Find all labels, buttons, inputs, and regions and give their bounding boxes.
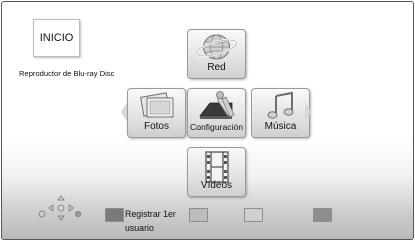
menu-tile-photos[interactable]: Fotos (127, 88, 186, 138)
left-arrow-icon (121, 102, 127, 122)
home-menu-screen: INICIO Reproductor de Blu-ray Disc Red F… (1, 1, 414, 240)
menu-tile-music[interactable]: Música (251, 88, 310, 138)
red-button-label: Registrar 1er usuario (125, 209, 176, 233)
yellow-function-button[interactable] (244, 208, 263, 222)
right-arrow-icon (305, 102, 311, 122)
menu-tile-settings-label: Configuración (189, 122, 244, 132)
menu-tile-photos-label: Fotos (143, 121, 169, 132)
blue-function-button[interactable] (313, 208, 332, 222)
home-title-box: INICIO (33, 19, 80, 57)
menu-tile-settings[interactable]: Configuración (187, 88, 246, 138)
menu-tile-network-label: Red (207, 62, 226, 73)
menu-tile-music-label: Música (264, 121, 297, 132)
home-title: INICIO (39, 32, 74, 44)
green-function-button[interactable] (189, 208, 208, 222)
menu-tile-network[interactable]: Red (187, 29, 246, 79)
player-subtitle: Reproductor de Blu-ray Disc (19, 69, 115, 78)
dpad-navigation-icon (38, 195, 82, 221)
red-function-button[interactable] (105, 208, 124, 222)
menu-tile-videos[interactable]: Vídeos (187, 147, 246, 197)
menu-tile-videos-label: Vídeos (200, 180, 233, 191)
